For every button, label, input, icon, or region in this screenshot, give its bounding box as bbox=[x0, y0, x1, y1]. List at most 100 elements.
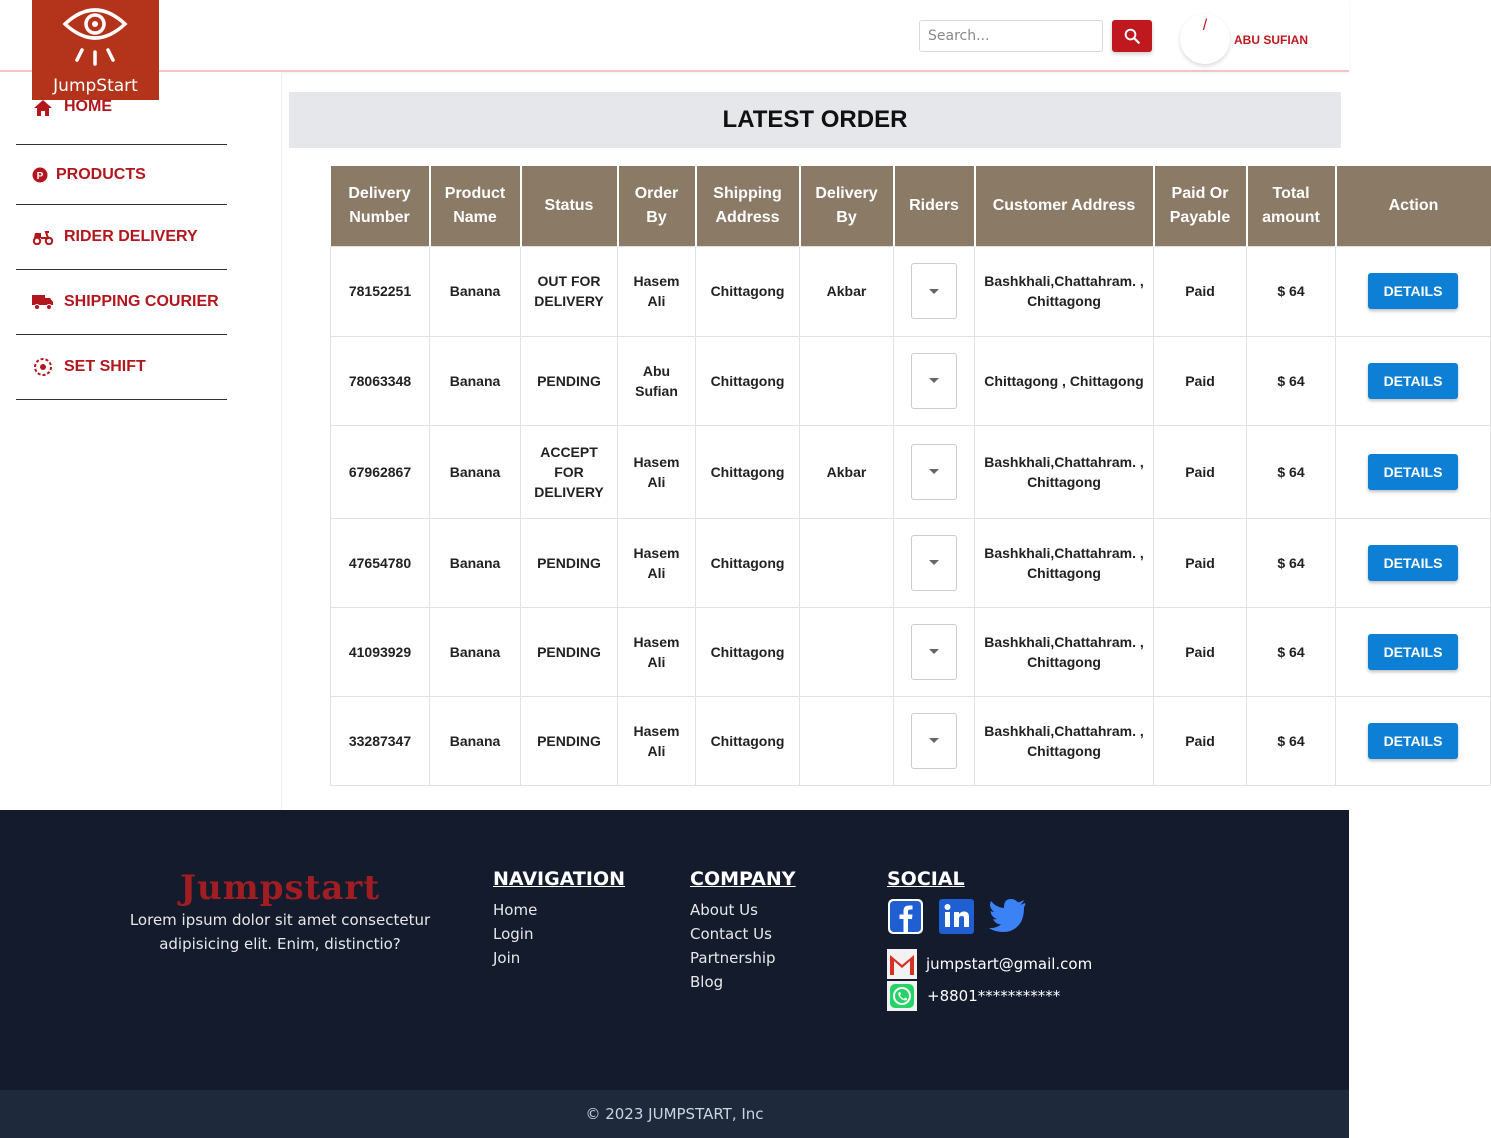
delivery-number: 33287347 bbox=[330, 695, 430, 786]
footer-link-join[interactable]: Join bbox=[493, 946, 625, 970]
table-header-row: Delivery Number Product Name Status Orde… bbox=[330, 166, 1491, 246]
status-badge: PENDING bbox=[520, 606, 618, 697]
linkedin-icon[interactable] bbox=[938, 898, 975, 935]
paid-status: Paid bbox=[1153, 695, 1247, 786]
footer-link-home[interactable]: Home bbox=[493, 898, 625, 922]
column-header: Customer Address bbox=[974, 166, 1155, 246]
orders-table: Delivery Number Product Name Status Orde… bbox=[330, 166, 1491, 786]
order-by: Hasem Ali bbox=[617, 517, 696, 608]
user-name[interactable]: ABU SUFIAN bbox=[1234, 33, 1308, 47]
top-header: / ABU SUFIAN bbox=[0, 0, 1349, 72]
footer-link-about[interactable]: About Us bbox=[690, 898, 796, 922]
rider-select[interactable] bbox=[911, 352, 957, 409]
column-header: Product Name bbox=[429, 166, 522, 246]
order-by: Hasem Ali bbox=[617, 695, 696, 786]
total-amount: $ 64 bbox=[1246, 695, 1336, 786]
footer-link-blog[interactable]: Blog bbox=[690, 970, 796, 994]
phone-text: +8801*********** bbox=[927, 987, 1061, 1005]
whatsapp-icon bbox=[887, 981, 917, 1011]
rider-select[interactable] bbox=[911, 623, 957, 680]
sidebar-item-set-shift[interactable]: SET SHIFT bbox=[16, 335, 227, 400]
action-cell: DETAILS bbox=[1335, 335, 1491, 426]
footer-link-contact[interactable]: Contact Us bbox=[690, 922, 796, 946]
chevron-down-icon bbox=[929, 738, 939, 743]
rider-select[interactable] bbox=[911, 534, 957, 591]
rider-select[interactable] bbox=[911, 443, 957, 500]
sidebar-item-products[interactable]: P PRODUCTS bbox=[16, 145, 227, 205]
delivery-number: 47654780 bbox=[330, 517, 430, 608]
gmail-icon bbox=[887, 949, 917, 979]
chevron-down-icon bbox=[929, 378, 939, 383]
total-amount: $ 64 bbox=[1246, 335, 1336, 426]
details-button[interactable]: DETAILS bbox=[1368, 633, 1458, 670]
delivery-number: 67962867 bbox=[330, 424, 430, 519]
shipping-address: Chittagong bbox=[695, 245, 800, 337]
search-input[interactable] bbox=[919, 20, 1103, 52]
product-name: Banana bbox=[429, 695, 521, 786]
column-header: Riders bbox=[893, 166, 976, 246]
table-row: 67962867 Banana ACCEPT FOR DELIVERY Hase… bbox=[330, 424, 1491, 519]
details-button[interactable]: DETAILS bbox=[1368, 722, 1458, 759]
order-by: Hasem Ali bbox=[617, 606, 696, 697]
total-amount: $ 64 bbox=[1246, 517, 1336, 608]
footer-link-partnership[interactable]: Partnership bbox=[690, 946, 796, 970]
sidebar-item-label: RIDER DELIVERY bbox=[64, 228, 198, 245]
details-button[interactable]: DETAILS bbox=[1368, 362, 1458, 399]
column-header: Delivery Number bbox=[330, 166, 431, 246]
details-button[interactable]: DETAILS bbox=[1368, 453, 1458, 490]
delivery-by bbox=[799, 335, 894, 426]
delivery-number: 78063348 bbox=[330, 335, 430, 426]
order-by: Hasem Ali bbox=[617, 245, 696, 337]
customer-address: Bashkhali,Chattahram. , Chittagong bbox=[974, 424, 1154, 519]
search-button[interactable] bbox=[1112, 20, 1152, 52]
twitter-icon[interactable] bbox=[989, 898, 1027, 932]
paid-status: Paid bbox=[1153, 517, 1247, 608]
sidebar-item-rider-delivery[interactable]: RIDER DELIVERY bbox=[16, 205, 227, 270]
details-button[interactable]: DETAILS bbox=[1368, 273, 1458, 309]
order-by: Abu Sufian bbox=[617, 335, 696, 426]
footer-social-title: SOCIAL bbox=[887, 868, 965, 890]
footer-description: Lorem ipsum dolor sit amet consectetur a… bbox=[129, 911, 431, 953]
footer: Jumpstart Lorem ipsum dolor sit amet con… bbox=[0, 810, 1349, 1090]
table-row: 47654780 Banana PENDING Hasem Ali Chitta… bbox=[330, 517, 1491, 608]
shipping-address: Chittagong bbox=[695, 606, 800, 697]
product-name: Banana bbox=[429, 606, 521, 697]
rider-select[interactable] bbox=[911, 712, 957, 769]
facebook-icon[interactable] bbox=[887, 898, 924, 935]
sidebar-item-label: HOME bbox=[64, 98, 112, 115]
footer-brand: Jumpstart bbox=[179, 868, 381, 908]
status-badge: OUT FOR DELIVERY bbox=[520, 245, 618, 337]
product-name: Banana bbox=[429, 245, 521, 337]
order-by: Hasem Ali bbox=[617, 424, 696, 519]
footer-link-login[interactable]: Login bbox=[493, 922, 625, 946]
column-header: Order By bbox=[617, 166, 697, 246]
riders-cell bbox=[893, 335, 975, 426]
logo[interactable]: JumpStart bbox=[32, 0, 159, 100]
delivery-by: Akbar bbox=[799, 245, 894, 337]
rider-select[interactable] bbox=[911, 263, 957, 319]
riders-cell bbox=[893, 517, 975, 608]
chevron-down-icon bbox=[929, 560, 939, 565]
paid-status: Paid bbox=[1153, 424, 1247, 519]
paid-status: Paid bbox=[1153, 245, 1247, 337]
footer-company: COMPANY About Us Contact Us Partnership … bbox=[690, 868, 796, 994]
riders-cell bbox=[893, 245, 975, 337]
shipping-address: Chittagong bbox=[695, 424, 800, 519]
avatar[interactable]: / bbox=[1180, 14, 1230, 64]
product-name: Banana bbox=[429, 517, 521, 608]
sidebar-item-shipping-courier[interactable]: SHIPPING COURIER bbox=[16, 270, 227, 335]
action-cell: DETAILS bbox=[1335, 517, 1491, 608]
product-name: Banana bbox=[429, 424, 521, 519]
home-icon bbox=[32, 98, 54, 118]
table-row: 41093929 Banana PENDING Hasem Ali Chitta… bbox=[330, 606, 1491, 697]
status-badge: PENDING bbox=[520, 335, 618, 426]
riders-cell bbox=[893, 424, 975, 519]
total-amount: $ 64 bbox=[1246, 606, 1336, 697]
footer-social: SOCIAL jumpstart@gmail.com +8801********… bbox=[887, 868, 1092, 1011]
email-text[interactable]: jumpstart@gmail.com bbox=[926, 955, 1092, 973]
riders-cell bbox=[893, 606, 975, 697]
customer-address: Bashkhali,Chattahram. , Chittagong bbox=[974, 606, 1154, 697]
status-badge: PENDING bbox=[520, 517, 618, 608]
delivery-by bbox=[799, 695, 894, 786]
details-button[interactable]: DETAILS bbox=[1368, 544, 1458, 581]
